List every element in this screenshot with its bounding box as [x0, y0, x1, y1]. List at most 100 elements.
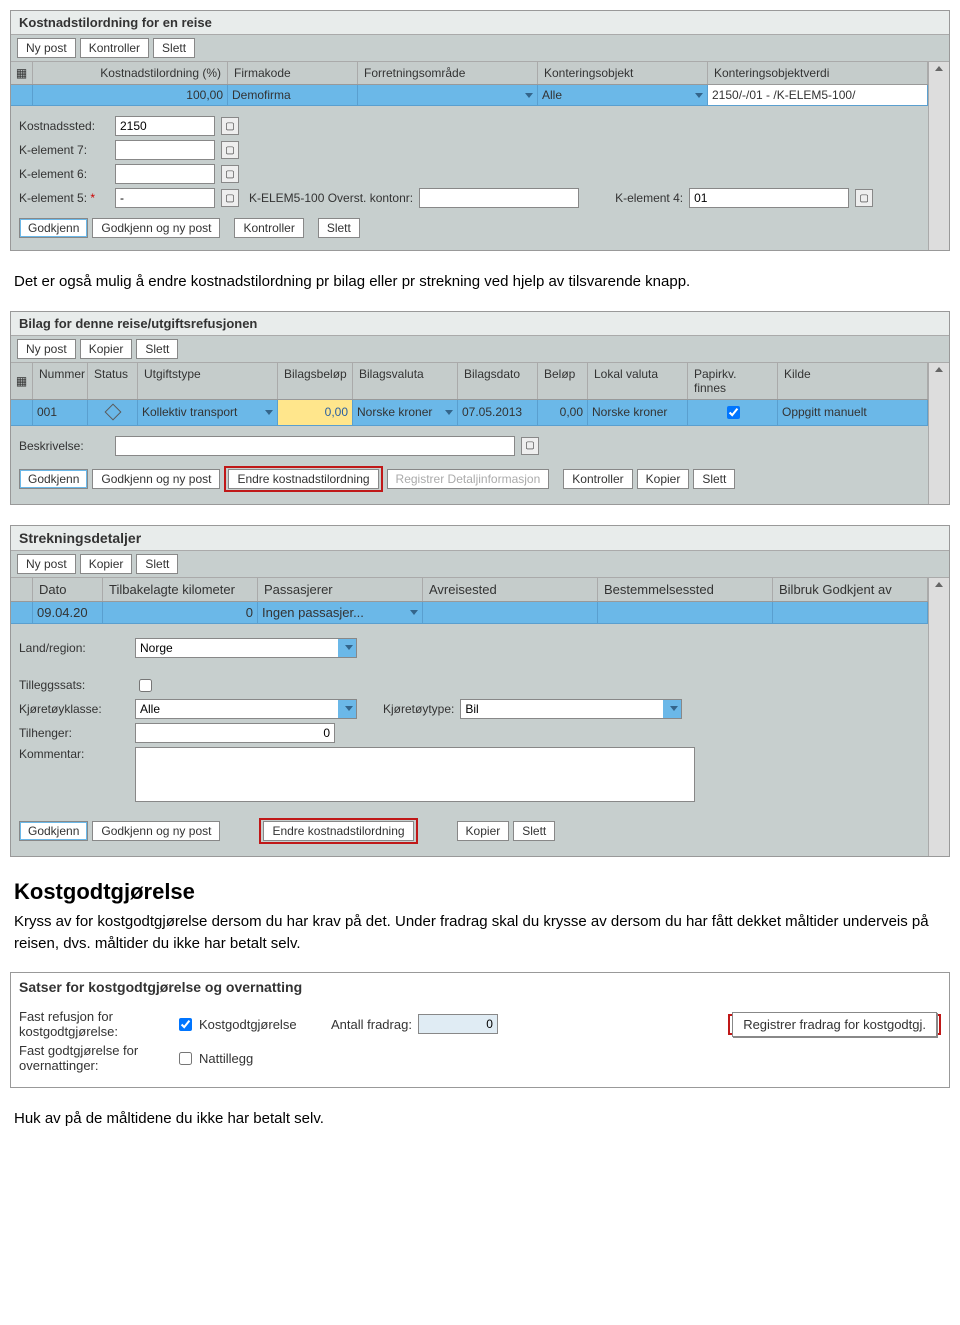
cell-pct: 100,00	[33, 85, 228, 105]
input-kel7[interactable]	[115, 140, 215, 160]
input-kel4[interactable]	[689, 188, 849, 208]
kontroller-button[interactable]: Kontroller	[234, 218, 303, 238]
cell-lv: Norske kroner	[588, 400, 688, 425]
papirkv-checkbox[interactable]	[727, 406, 740, 419]
col-verdi: Konteringsobjektverdi	[708, 62, 928, 84]
cell-bel: 0,00	[538, 400, 588, 425]
lbl-beskrivelse: Beskrivelse:	[19, 439, 109, 453]
slett-button[interactable]: Slett	[318, 218, 360, 238]
kopier-button[interactable]: Kopier	[637, 469, 690, 489]
dropdown-icon[interactable]	[525, 93, 533, 98]
lookup-icon[interactable]: ▢	[221, 189, 239, 207]
col-status: Status	[88, 363, 138, 399]
dropdown-icon[interactable]	[410, 610, 418, 615]
table-row[interactable]: 001 Kollektiv transport 0,00 Norske kron…	[11, 400, 928, 426]
nypost-button[interactable]: Ny post	[17, 38, 76, 58]
table-row[interactable]: 100,00 Demofirma Alle 2150/-/01 - /K-ELE…	[11, 85, 928, 106]
kontroller-button[interactable]: Kontroller	[563, 469, 632, 489]
col-bilg: Bilbruk Godkjent av	[773, 578, 928, 601]
godkjenn-ny-post-button[interactable]: Godkjenn og ny post	[92, 218, 220, 238]
panel-title: Satser for kostgodtgjørelse og overnatti…	[11, 973, 949, 1001]
input-kel5[interactable]	[115, 188, 215, 208]
textarea-kommentar[interactable]	[135, 747, 695, 802]
lookup-icon[interactable]: ▢	[221, 165, 239, 183]
nypost-button[interactable]: Ny post	[17, 554, 76, 574]
detail-area: Kostnadssted: ▢ K-element 7: ▢ K-element…	[11, 106, 928, 250]
combo-land[interactable]	[135, 638, 357, 658]
chevron-down-icon	[345, 706, 353, 711]
input-ktype[interactable]	[461, 700, 663, 718]
lookup-icon[interactable]: ▢	[521, 437, 539, 455]
lbl-kel4: K-element 4:	[615, 191, 683, 205]
cell-kilde: Oppgitt manuelt	[778, 400, 928, 425]
scrollbar[interactable]	[928, 578, 949, 856]
col-best: Bestemmelsessted	[598, 578, 773, 601]
row-icon-col: ▦	[11, 62, 33, 84]
combo-kklasse[interactable]	[135, 699, 357, 719]
nypost-button[interactable]: Ny post	[17, 339, 76, 359]
col-dato: Dato	[33, 578, 103, 601]
lbl-kel5mid: K-ELEM5-100 Overst. kontonr:	[249, 191, 413, 205]
dropdown-icon[interactable]	[445, 410, 453, 415]
dropdown-icon[interactable]	[695, 93, 703, 98]
godkjenn-ny-post-button[interactable]: Godkjenn og ny post	[92, 469, 220, 489]
col-km: Tilbakelagte kilometer	[103, 578, 258, 601]
slett-button[interactable]: Slett	[153, 38, 195, 58]
lookup-icon[interactable]: ▢	[221, 117, 239, 135]
godkjenn-button[interactable]: Godkjenn	[19, 469, 88, 489]
input-kel5mid[interactable]	[419, 188, 579, 208]
lbl-kel5: K-element 5: *	[19, 191, 109, 205]
scrollbar[interactable]	[928, 62, 949, 250]
checkbox-tillegg[interactable]	[139, 679, 152, 692]
lbl-kostgodt: Kostgodtgjørelse	[199, 1017, 297, 1032]
slett-button[interactable]: Slett	[693, 469, 735, 489]
kopier-button[interactable]: Kopier	[457, 821, 510, 841]
heading-kostgodtgjorelse: Kostgodtgjørelse	[14, 879, 946, 905]
checkbox-nattillegg[interactable]	[179, 1052, 192, 1065]
slett-button[interactable]: Slett	[136, 339, 178, 359]
panel-bilag: Bilag for denne reise/utgiftsrefusjonen …	[10, 311, 950, 505]
col-num: Nummer	[33, 363, 88, 399]
kopier-button[interactable]: Kopier	[80, 339, 133, 359]
registrer-detalj-button: Registrer Detaljinformasjon	[387, 469, 550, 489]
cell-bd: 07.05.2013	[458, 400, 538, 425]
input-beskrivelse[interactable]	[115, 436, 515, 456]
lbl-ktype: Kjøretøytype:	[383, 702, 454, 716]
col-bv: Bilagsvaluta	[353, 363, 458, 399]
registrer-fradrag-button[interactable]: Registrer fradrag for kostgodtgj.	[732, 1012, 937, 1037]
input-kklasse[interactable]	[136, 700, 338, 718]
lbl-kklasse: Kjøretøyklasse:	[19, 702, 129, 716]
godkjenn-button[interactable]: Godkjenn	[19, 218, 88, 238]
godkjenn-button[interactable]: Godkjenn	[19, 821, 88, 841]
body-text: Kryss av for kostgodtgjørelse dersom du …	[14, 911, 946, 955]
checkbox-kostgodt[interactable]	[179, 1018, 192, 1031]
endre-kostnad-button[interactable]: Endre kostnadstilordning	[263, 821, 413, 841]
lookup-icon[interactable]: ▢	[221, 141, 239, 159]
lbl-nattillegg: Nattillegg	[199, 1051, 253, 1066]
table-row[interactable]: 09.04.20 0 Ingen passasjer...	[11, 602, 928, 624]
input-kel6[interactable]	[115, 164, 215, 184]
kontroller-button[interactable]: Kontroller	[80, 38, 149, 58]
lbl-tilhenger: Tilhenger:	[19, 726, 129, 740]
cell-dato: 09.04.20	[33, 602, 103, 623]
input-kostnadssted[interactable]	[115, 116, 215, 136]
scrollbar[interactable]	[928, 363, 949, 504]
dropdown-icon[interactable]	[265, 410, 273, 415]
kopier-button[interactable]: Kopier	[80, 554, 133, 574]
slett-button[interactable]: Slett	[136, 554, 178, 574]
combo-ktype[interactable]	[460, 699, 682, 719]
body-text: Huk av på de måltidene du ikke har betal…	[14, 1108, 946, 1130]
panel-title: Kostnadstilordning for en reise	[11, 11, 949, 35]
lbl-fast-godtgjorelse: Fast godtgjørelse for overnattinger:	[19, 1043, 169, 1073]
col-bb: Bilagsbeløp	[278, 363, 353, 399]
cell-utg: Kollektiv transport	[142, 405, 237, 419]
input-tilhenger[interactable]	[135, 723, 335, 743]
endre-kostnad-button[interactable]: Endre kostnadstilordning	[228, 469, 378, 489]
input-antall-fradrag[interactable]	[418, 1014, 498, 1034]
slett-button[interactable]: Slett	[513, 821, 555, 841]
lookup-icon[interactable]: ▢	[855, 189, 873, 207]
lbl-tillegg: Tilleggssats:	[19, 678, 129, 692]
input-land[interactable]	[136, 639, 338, 657]
godkjenn-ny-post-button[interactable]: Godkjenn og ny post	[92, 821, 220, 841]
lbl-antall-fradrag: Antall fradrag:	[331, 1017, 412, 1032]
